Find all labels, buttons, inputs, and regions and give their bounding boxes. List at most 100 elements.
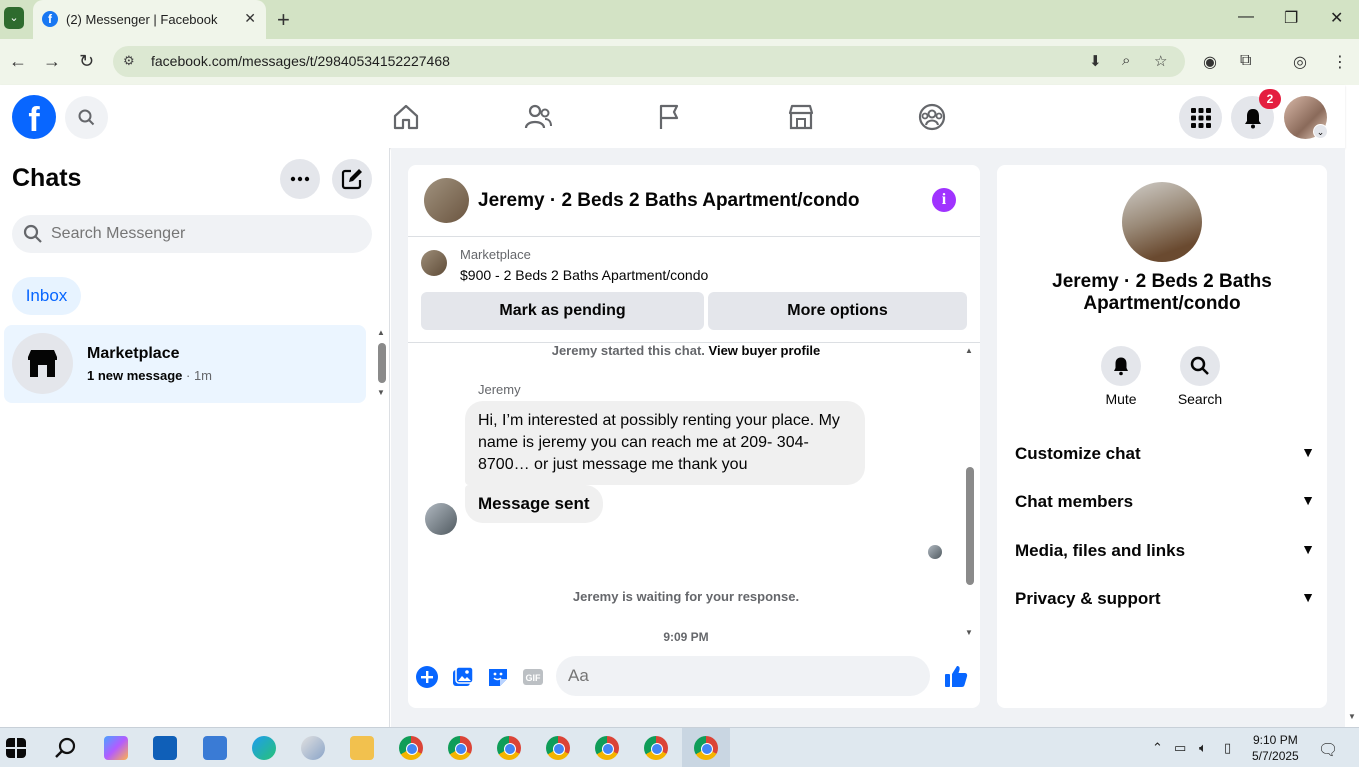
plus-circle-icon[interactable] xyxy=(415,665,439,689)
chrome-window-icon[interactable] xyxy=(694,736,718,760)
account-caret-icon[interactable]: ⌄ xyxy=(1313,124,1328,139)
chat-time: · 1m xyxy=(186,368,213,383)
more-options-button[interactable]: More options xyxy=(708,292,967,330)
message-input[interactable] xyxy=(568,656,888,696)
extensions-icon[interactable]: ⧉ xyxy=(1240,52,1251,70)
tray-overflow-chevron-icon[interactable]: ⌃ xyxy=(1152,740,1163,756)
browser-menu-icon[interactable]: ⋮ xyxy=(1332,52,1348,72)
mark-as-pending-button[interactable]: Mark as pending xyxy=(421,292,704,330)
windows-start-icon[interactable] xyxy=(6,738,26,758)
tab-title: (2) Messenger | Facebook xyxy=(66,12,218,27)
pages-flag-icon[interactable] xyxy=(655,102,685,132)
media-files-links-section[interactable]: Media, files and links ▼ xyxy=(1015,541,1315,561)
chrome-window-icon[interactable] xyxy=(399,736,423,760)
read-receipt-avatar xyxy=(928,545,942,559)
friends-icon[interactable] xyxy=(523,102,553,132)
volume-icon[interactable]: 🔈︎ xyxy=(1199,740,1207,756)
groups-icon[interactable] xyxy=(917,102,947,132)
notification-center-icon[interactable]: 🗨︎ xyxy=(1318,740,1338,760)
chevron-down-icon: ▼ xyxy=(1301,492,1315,508)
chrome-window-icon[interactable] xyxy=(448,736,472,760)
photo-icon[interactable] xyxy=(451,665,475,689)
battery-icon[interactable]: ▯ xyxy=(1224,740,1231,756)
chats-title: Chats xyxy=(12,164,82,192)
chats-sidebar: Chats Inbox Marketplace 1 new message · … xyxy=(0,148,390,727)
page-scroll-down-arrow-icon[interactable]: ▼ xyxy=(1348,712,1356,721)
new-message-button[interactable] xyxy=(332,159,372,199)
chat-list-item-marketplace[interactable]: Marketplace 1 new message · 1m xyxy=(4,325,366,403)
scroll-down-arrow-icon[interactable]: ▼ xyxy=(377,388,385,397)
mute-label: Mute xyxy=(1105,391,1137,407)
edge-browser-icon[interactable] xyxy=(252,736,276,760)
marketplace-icon[interactable] xyxy=(786,102,816,132)
minimize-window-button[interactable]: — xyxy=(1238,8,1254,26)
clock-date: 5/7/2025 xyxy=(1252,749,1299,763)
inbox-filter-tab[interactable]: Inbox xyxy=(12,277,81,315)
taskbar-search-icon[interactable] xyxy=(54,736,78,760)
listing-price-title[interactable]: $900 - 2 Beds 2 Baths Apartment/condo xyxy=(460,267,708,283)
chrome-window-icon[interactable] xyxy=(595,736,619,760)
thumbs-up-icon[interactable] xyxy=(943,663,969,689)
facebook-search-button[interactable] xyxy=(65,96,108,139)
chrome-window-icon[interactable] xyxy=(644,736,668,760)
conversation-title[interactable]: Jeremy · 2 Beds 2 Baths Apartment/condo xyxy=(478,190,860,212)
scroll-down-arrow-icon[interactable]: ▼ xyxy=(965,628,973,637)
message-input-field[interactable] xyxy=(556,656,930,696)
message-bubble[interactable]: Message sent xyxy=(465,485,603,523)
chat-members-section[interactable]: Chat members ▼ xyxy=(1015,492,1315,512)
site-info-icon[interactable]: ⚙ xyxy=(123,53,135,69)
facebook-logo-icon[interactable]: f xyxy=(12,95,56,139)
network-icon[interactable]: ▭ xyxy=(1174,740,1186,756)
conversation-avatar[interactable] xyxy=(424,178,469,223)
maximize-window-button[interactable]: ❐ xyxy=(1284,8,1298,28)
new-tab-button[interactable]: + xyxy=(277,7,290,33)
url-text[interactable]: facebook.com/messages/t/2984053415222746… xyxy=(151,53,450,69)
search-in-conversation-button[interactable] xyxy=(1180,346,1220,386)
sender-avatar[interactable] xyxy=(425,503,457,535)
bookmark-star-icon[interactable]: ☆ xyxy=(1154,52,1167,70)
message-bubble[interactable]: Hi, I’m interested at possibly renting y… xyxy=(465,401,865,485)
profile-icon[interactable]: ◎ xyxy=(1293,52,1307,72)
menu-button[interactable] xyxy=(1179,96,1222,139)
compose-icon xyxy=(341,169,362,190)
zoom-icon[interactable]: ⌕ xyxy=(1122,52,1130,69)
chrome-window-icon[interactable] xyxy=(546,736,570,760)
address-bar[interactable]: ⚙ facebook.com/messages/t/29840534152227… xyxy=(113,46,1185,77)
chat-options-button[interactable] xyxy=(280,159,320,199)
copilot-icon[interactable]: ◉ xyxy=(1203,52,1217,72)
marketplace-store-icon xyxy=(28,350,57,377)
thread-scrollbar[interactable] xyxy=(966,467,974,585)
privacy-support-section[interactable]: Privacy & support ▼ xyxy=(1015,589,1315,609)
conversation-profile-photo[interactable] xyxy=(1122,182,1202,262)
mute-button[interactable] xyxy=(1101,346,1141,386)
copilot-app-icon[interactable] xyxy=(104,736,128,760)
microsoft-store-icon[interactable] xyxy=(203,736,227,760)
home-icon[interactable] xyxy=(391,102,421,132)
scroll-up-arrow-icon[interactable]: ▲ xyxy=(377,328,385,337)
close-window-button[interactable]: ✕ xyxy=(1330,8,1343,28)
view-buyer-profile-link[interactable]: View buyer profile xyxy=(709,343,821,358)
scroll-up-arrow-icon[interactable]: ▲ xyxy=(965,346,973,355)
chat-list-scrollbar[interactable] xyxy=(378,343,386,383)
listing-thumbnail[interactable] xyxy=(421,250,447,276)
outlook-app-icon[interactable] xyxy=(153,736,177,760)
info-icon[interactable]: i xyxy=(932,188,956,212)
gif-icon[interactable]: GIF xyxy=(521,665,545,689)
taskbar-clock[interactable]: 9:10 PM 5/7/2025 xyxy=(1252,732,1299,764)
messenger-search-input[interactable] xyxy=(51,215,361,253)
browser-tab-active[interactable]: f (2) Messenger | Facebook ✕ xyxy=(33,0,266,39)
conversation-header: Jeremy · 2 Beds 2 Baths Apartment/condo … xyxy=(408,165,980,237)
forward-arrow-icon[interactable]: → xyxy=(43,51,61,72)
back-arrow-icon[interactable]: ← xyxy=(9,51,27,72)
install-app-icon[interactable]: ⬇ xyxy=(1089,52,1102,70)
reload-icon[interactable]: ↻ xyxy=(79,51,94,72)
taskbar-app-icon[interactable] xyxy=(301,736,325,760)
sticker-icon[interactable] xyxy=(486,665,510,689)
chrome-window-icon[interactable] xyxy=(497,736,521,760)
tab-search-menu-button[interactable]: ⌄ xyxy=(4,7,24,29)
file-explorer-icon[interactable] xyxy=(350,736,374,760)
search-icon xyxy=(1190,356,1209,375)
close-tab-icon[interactable]: ✕ xyxy=(244,10,256,27)
customize-chat-section[interactable]: Customize chat ▼ xyxy=(1015,444,1315,464)
messenger-search-field[interactable] xyxy=(12,215,372,253)
